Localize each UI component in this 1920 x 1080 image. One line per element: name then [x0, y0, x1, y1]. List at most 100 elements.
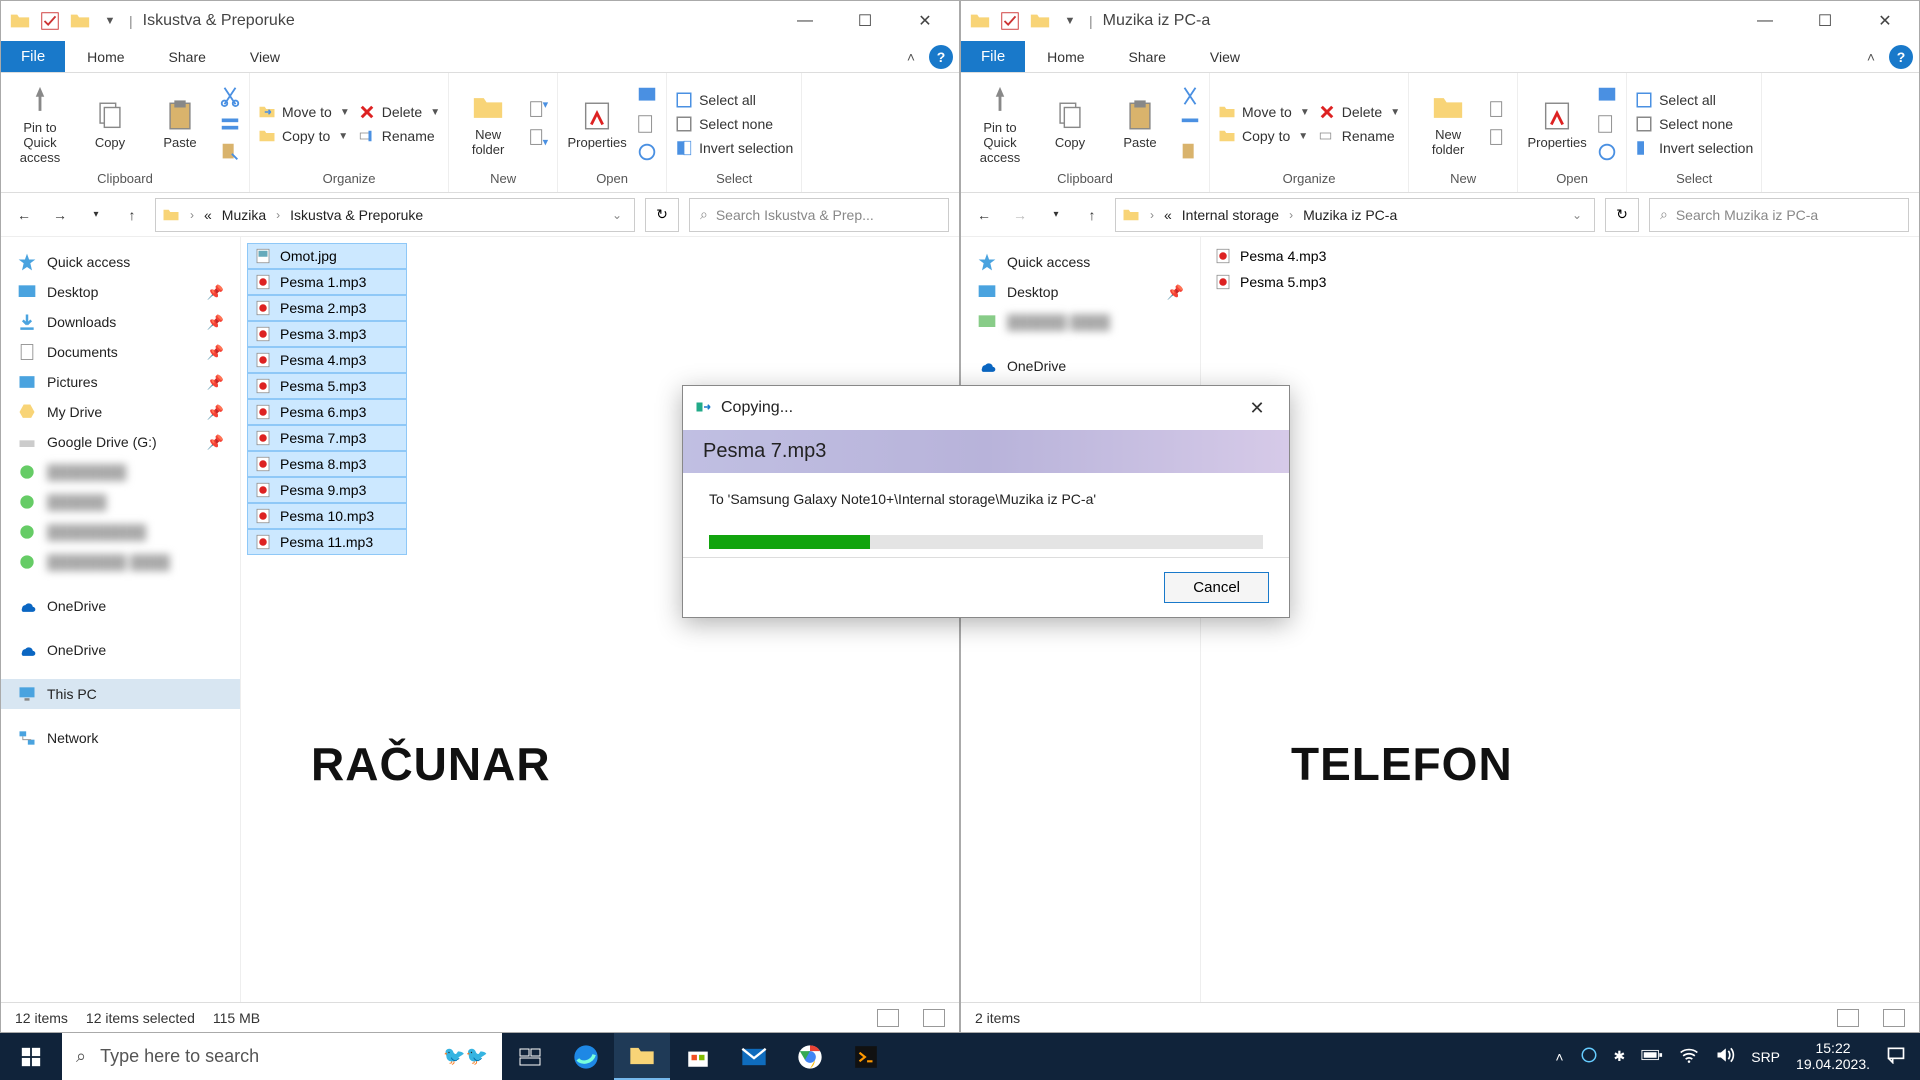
forward-button[interactable]: → — [47, 202, 73, 228]
copy-to-button[interactable]: Copy to▼ — [258, 127, 350, 145]
dropdown-icon[interactable]: ⌄ — [1566, 208, 1588, 222]
file-item[interactable]: Omot.jpg — [247, 243, 407, 269]
select-none-button[interactable]: Select none — [675, 115, 793, 133]
tab-view[interactable]: View — [228, 41, 302, 72]
file-item[interactable]: Pesma 5.mp3 — [247, 373, 407, 399]
nav-quick-access[interactable]: Quick access — [1, 247, 240, 277]
chevron-right-icon[interactable]: › — [270, 208, 286, 222]
nav-onedrive[interactable]: OneDrive — [1, 591, 240, 621]
copy-path-icon[interactable] — [1179, 113, 1201, 135]
delete-button[interactable]: Delete▼ — [358, 103, 440, 121]
breadcrumb-item[interactable]: Iskustva & Preporuke — [290, 207, 423, 223]
select-none-button[interactable]: Select none — [1635, 115, 1753, 133]
chrome-app-icon[interactable] — [782, 1033, 838, 1080]
chevron-right-icon[interactable]: › — [1144, 208, 1160, 222]
nav-downloads[interactable]: Downloads📌 — [1, 307, 240, 337]
select-all-button[interactable]: Select all — [675, 91, 793, 109]
nav-pictures[interactable]: Pictures📌 — [1, 367, 240, 397]
dropdown-icon[interactable]: ⌄ — [606, 208, 628, 222]
help-icon[interactable]: ? — [1889, 45, 1913, 69]
nav-google-drive[interactable]: Google Drive (G:)📌 — [1, 427, 240, 457]
nav-desktop[interactable]: Desktop📌 — [961, 277, 1200, 307]
move-to-button[interactable]: Move to▼ — [258, 103, 350, 121]
edge-app-icon[interactable] — [558, 1033, 614, 1080]
select-all-button[interactable]: Select all — [1635, 91, 1753, 109]
tab-share[interactable]: Share — [1107, 41, 1188, 72]
file-list[interactable]: Pesma 4.mp3 Pesma 5.mp3 TELEFON — [1201, 237, 1919, 1002]
nav-onedrive[interactable]: OneDrive — [1, 635, 240, 665]
breadcrumb-item[interactable]: Muzika — [222, 207, 266, 223]
file-item[interactable]: Pesma 10.mp3 — [247, 503, 407, 529]
tab-home[interactable]: Home — [1025, 41, 1106, 72]
view-details-button[interactable] — [1837, 1009, 1859, 1027]
maximize-button[interactable]: ☐ — [1795, 1, 1855, 41]
tray-app-icon[interactable] — [1580, 1046, 1598, 1067]
clock[interactable]: 15:22 19.04.2023. — [1796, 1041, 1870, 1072]
taskbar-search[interactable]: ⌕ Type here to search 🐦🐦 — [62, 1033, 502, 1080]
close-button[interactable]: ✕ — [895, 1, 955, 41]
paste-shortcut-icon[interactable] — [219, 141, 241, 163]
forward-button[interactable]: → — [1007, 202, 1033, 228]
new-item-icon[interactable] — [1487, 99, 1509, 121]
notifications-icon[interactable] — [1886, 1046, 1906, 1067]
address-bar[interactable]: › « Internal storage › Muzika iz PC-a ⌄ — [1115, 198, 1595, 232]
tab-file[interactable]: File — [961, 41, 1025, 72]
view-icons-button[interactable] — [1883, 1009, 1905, 1027]
file-item[interactable]: Pesma 3.mp3 — [247, 321, 407, 347]
collapse-ribbon-icon[interactable]: ˄ — [899, 41, 923, 72]
easy-access-icon[interactable] — [1487, 127, 1509, 149]
file-item[interactable]: Pesma 6.mp3 — [247, 399, 407, 425]
edit-icon[interactable] — [1596, 113, 1618, 135]
search-input[interactable]: ⌕ Search Muzika iz PC-a — [1649, 198, 1909, 232]
tab-view[interactable]: View — [1188, 41, 1262, 72]
open-icon[interactable] — [636, 85, 658, 107]
pin-quick-access-button[interactable]: Pin to Quick access — [969, 84, 1031, 165]
file-item[interactable]: Pesma 4.mp3 — [1207, 243, 1367, 269]
file-item[interactable]: Pesma 9.mp3 — [247, 477, 407, 503]
file-item[interactable]: Pesma 5.mp3 — [1207, 269, 1367, 295]
dropdown-icon[interactable]: ▼ — [99, 10, 121, 32]
nav-redacted[interactable]: ████████ — [1, 457, 240, 487]
invert-selection-button[interactable]: Invert selection — [1635, 139, 1753, 157]
properties-button[interactable]: Properties — [566, 99, 628, 150]
tab-share[interactable]: Share — [147, 41, 228, 72]
wifi-icon[interactable] — [1679, 1047, 1699, 1066]
crumb-dots[interactable]: « — [204, 207, 212, 223]
task-view-button[interactable] — [502, 1033, 558, 1080]
rename-button[interactable]: Rename — [1318, 127, 1400, 145]
cut-icon[interactable] — [219, 85, 241, 107]
language-indicator[interactable]: SRP — [1751, 1049, 1780, 1065]
minimize-button[interactable]: — — [775, 1, 835, 41]
minimize-button[interactable]: — — [1735, 1, 1795, 41]
tray-overflow-icon[interactable]: ˄ — [1555, 1049, 1563, 1065]
file-item[interactable]: Pesma 2.mp3 — [247, 295, 407, 321]
view-details-button[interactable] — [877, 1009, 899, 1027]
recent-locations-button[interactable]: ▾ — [83, 202, 109, 228]
crumb-dots[interactable]: « — [1164, 207, 1172, 223]
cut-icon[interactable] — [1179, 85, 1201, 107]
rename-button[interactable]: Rename — [358, 127, 440, 145]
invert-selection-button[interactable]: Invert selection — [675, 139, 793, 157]
tab-file[interactable]: File — [1, 41, 65, 72]
file-item[interactable]: Pesma 7.mp3 — [247, 425, 407, 451]
nav-documents[interactable]: Documents📌 — [1, 337, 240, 367]
file-explorer-app-icon[interactable] — [614, 1033, 670, 1080]
file-list[interactable]: Omot.jpg Pesma 1.mp3 Pesma 2.mp3 Pesma 3… — [241, 237, 959, 1002]
back-button[interactable]: ← — [11, 202, 37, 228]
search-input[interactable]: ⌕ Search Iskustva & Prep... — [689, 198, 949, 232]
up-button[interactable]: ↑ — [1079, 202, 1105, 228]
collapse-ribbon-icon[interactable]: ˄ — [1859, 41, 1883, 72]
battery-icon[interactable] — [1641, 1048, 1663, 1065]
paste-shortcut-icon[interactable] — [1179, 141, 1201, 163]
back-button[interactable]: ← — [971, 202, 997, 228]
chevron-right-icon[interactable]: › — [184, 208, 200, 222]
easy-access-icon[interactable]: ▾ — [527, 127, 549, 149]
start-button[interactable] — [0, 1033, 62, 1080]
nav-redacted[interactable]: ██████████ — [1, 517, 240, 547]
refresh-button[interactable]: ↻ — [645, 198, 679, 232]
terminal-app-icon[interactable] — [838, 1033, 894, 1080]
properties-button[interactable]: Properties — [1526, 99, 1588, 150]
nav-network[interactable]: Network — [1, 723, 240, 753]
view-icons-button[interactable] — [923, 1009, 945, 1027]
history-icon[interactable] — [1596, 141, 1618, 163]
